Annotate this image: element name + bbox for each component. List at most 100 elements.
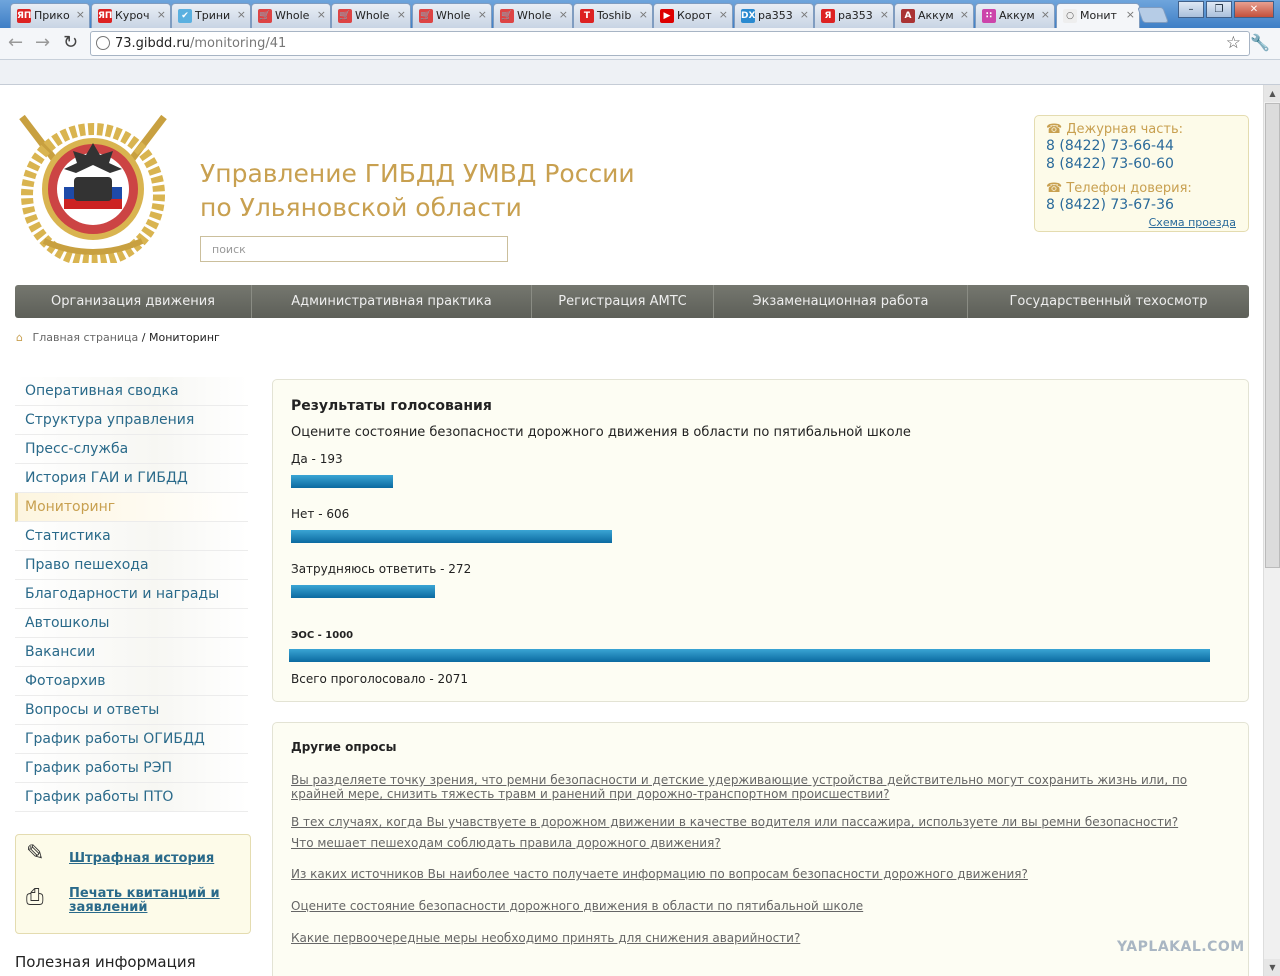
close-tab-icon[interactable]: × [76, 8, 85, 21]
browser-tab[interactable]: ▶ Корот × [653, 3, 733, 28]
sidebar-item[interactable]: Структура управления [15, 406, 248, 435]
other-poll-link[interactable]: В тех случаях, когда Вы учавствуете в до… [291, 815, 1221, 829]
close-tab-icon[interactable]: × [880, 8, 889, 21]
nav-item-exams[interactable]: Экзаменационная работа [714, 285, 968, 318]
scroll-up-icon[interactable]: ▲ [1264, 85, 1280, 102]
browser-tab[interactable]: T Toshib × [573, 3, 653, 28]
nav-item-traffic[interactable]: Организация движения [15, 285, 252, 318]
globe-icon [96, 36, 110, 50]
browser-tab[interactable]: Яра353 × [814, 3, 894, 28]
poll-answer-bar [291, 530, 612, 543]
scrollbar-thumb[interactable] [1265, 103, 1280, 568]
fine-history-link[interactable]: Штрафная история [69, 852, 214, 866]
trust-phone: 8 (8422) 73-67-36 [1046, 197, 1174, 213]
browser-tab[interactable]: ЯП Прико × [10, 3, 90, 28]
print-receipts-link[interactable]: Печать квитанций и заявлений [69, 887, 239, 915]
breadcrumb-separator: / [141, 331, 146, 344]
other-polls-box: Другие опросы Вы разделяете точку зрения… [272, 722, 1249, 976]
address-bar[interactable]: 73.gibdd.ru/monitoring/41 ☆ [90, 31, 1250, 56]
window-controls: – ❐ ✕ [1178, 1, 1274, 19]
breadcrumb: ⌂ Главная страница / Мониторинг [16, 331, 220, 344]
sidebar-item[interactable]: Статистика [15, 522, 248, 551]
browser-tab[interactable]: ✔ Трини × [171, 3, 251, 28]
dots-favicon-icon: ∷ [982, 9, 996, 23]
scroll-down-icon[interactable]: ▼ [1264, 959, 1280, 976]
ЯП-favicon-icon: ЯП [17, 9, 32, 23]
A-favicon-icon: A [901, 9, 915, 23]
nav-item-inspection[interactable]: Государственный техосмотр [968, 285, 1249, 318]
browser-tab[interactable]: DX ра353 × [734, 3, 814, 28]
new-tab-button[interactable] [1137, 7, 1169, 23]
minimize-icon[interactable]: – [1178, 1, 1204, 18]
sidebar-item[interactable]: История ГАИ и ГИБДД [15, 464, 248, 493]
map-link[interactable]: Схема проезда [1149, 216, 1236, 229]
search-placeholder: поиск [212, 243, 246, 256]
browser-tab-label: Прико [34, 9, 70, 22]
Я-favicon-icon: Я [821, 9, 835, 23]
other-poll-link[interactable]: Оцените состояние безопасности дорожного… [291, 899, 1221, 913]
other-poll-link[interactable]: Какие первоочередные меры необходимо при… [291, 931, 1221, 945]
close-tab-icon[interactable]: × [397, 8, 406, 21]
sidebar-item[interactable]: Благодарности и награды [15, 580, 248, 609]
browser-toolbar: ← → ↻ 73.gibdd.ru/monitoring/41 ☆ 🔧 [0, 28, 1280, 60]
browser-tab[interactable]: ЯП Куроч × [91, 3, 171, 28]
sidebar-item[interactable]: Пресс-служба [15, 435, 248, 464]
poll-answer-bar [291, 585, 435, 598]
browser-tab[interactable]: 🛒 Whole × [251, 3, 331, 28]
sidebar-item[interactable]: Оперативная сводка [15, 377, 248, 406]
close-tab-icon[interactable]: × [237, 8, 246, 21]
close-tab-icon[interactable]: × [1041, 8, 1050, 21]
phone-icon: ☎ [1046, 181, 1063, 196]
close-tab-icon[interactable]: × [719, 8, 728, 21]
browser-tab[interactable]: ∷ Аккум × [975, 3, 1055, 28]
sidebar-item[interactable]: График работы ПТО [15, 783, 248, 812]
browser-tab[interactable]: A Аккум × [894, 3, 974, 28]
sidebar-item[interactable]: Вакансии [15, 638, 248, 667]
breadcrumb-home[interactable]: Главная страница [33, 331, 139, 344]
DX-favicon-icon: DX [741, 9, 756, 23]
page-scrollbar[interactable]: ▲ ▼ [1263, 85, 1280, 976]
main-nav: Организация движения Административная пр… [15, 285, 1249, 318]
close-tab-icon[interactable]: × [559, 8, 568, 21]
forward-arrow-icon[interactable]: → [35, 32, 50, 53]
other-poll-link[interactable]: Вы разделяете точку зрения, что ремни бе… [291, 773, 1221, 801]
sidebar-item[interactable]: Фотоархив [15, 667, 248, 696]
maximize-icon[interactable]: ❐ [1206, 1, 1232, 18]
trust-label-row: ☎ Телефон доверия: [1046, 181, 1237, 196]
close-tab-icon[interactable]: × [157, 8, 166, 21]
close-tab-icon[interactable]: × [639, 8, 648, 21]
sidebar-menu: Оперативная сводка Структура управления Пр… [15, 377, 248, 812]
sidebar-item[interactable]: Автошколы [15, 609, 248, 638]
browser-tab-label: Whole [436, 9, 471, 22]
close-tab-icon[interactable]: × [960, 8, 969, 21]
reload-icon[interactable]: ↻ [63, 32, 78, 53]
back-arrow-icon[interactable]: ← [8, 32, 23, 53]
browser-tab-label: Трини [195, 9, 231, 22]
other-poll-link[interactable]: Из каких источников Вы наиболее часто по… [291, 867, 1221, 881]
browser-tab[interactable]: 🛒 Whole × [493, 3, 573, 28]
sidebar-item[interactable]: График работы РЭП [15, 754, 248, 783]
sidebar-item[interactable]: Мониторинг [15, 493, 248, 522]
browser-tab[interactable]: ○ Монит × [1056, 3, 1140, 29]
sidebar-item[interactable]: Право пешехода [15, 551, 248, 580]
browser-tab[interactable]: 🛒 Whole × [331, 3, 411, 28]
browser-tab[interactable]: 🛒 Whole × [412, 3, 492, 28]
other-poll-link[interactable]: Что мешает пешеходам соблюдать правила д… [291, 836, 1221, 850]
site-title: Управление ГИБДД УМВД России по Ульяновс… [200, 157, 635, 225]
close-tab-icon[interactable]: × [478, 8, 487, 21]
sidebar-item[interactable]: График работы ОГИБДД [15, 725, 248, 754]
search-input[interactable]: поиск [200, 236, 508, 262]
poll-answer-label: Затрудняюсь ответить - 272 [291, 562, 472, 576]
nav-item-admin-practice[interactable]: Административная практика [252, 285, 532, 318]
sidebar-item[interactable]: Вопросы и ответы [15, 696, 248, 725]
browser-tab-label: Аккум [999, 9, 1035, 22]
nav-item-registration[interactable]: Регистрация АМТС [532, 285, 714, 318]
bookmark-star-icon[interactable]: ☆ [1226, 33, 1241, 53]
close-tab-icon[interactable]: × [1126, 8, 1135, 21]
wrench-icon[interactable]: 🔧 [1250, 33, 1270, 52]
close-tab-icon[interactable]: × [317, 8, 326, 21]
close-tab-icon[interactable]: × [800, 8, 809, 21]
close-window-icon[interactable]: ✕ [1234, 1, 1274, 18]
cart-favicon-icon: 🛒 [338, 9, 352, 23]
breadcrumb-current: Мониторинг [148, 331, 220, 344]
